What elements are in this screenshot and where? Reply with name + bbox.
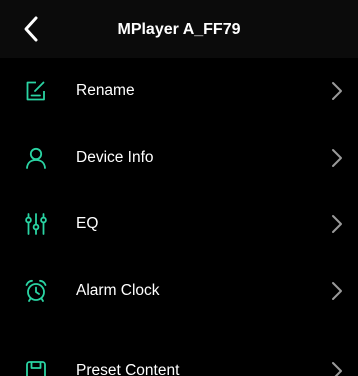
menu-item-label: Preset Content <box>76 362 180 376</box>
menu-item-rename[interactable]: Rename <box>0 58 358 125</box>
menu-item-alarm-clock[interactable]: Alarm Clock <box>0 258 358 325</box>
menu-item-label: Device Info <box>76 148 154 166</box>
menu-item-device-info[interactable]: Device Info <box>0 125 358 192</box>
alarm-clock-icon <box>25 279 47 302</box>
device-settings-screen: MPlayer A_FF79 Rename Device Info EQ Ala… <box>0 0 358 376</box>
chevron-right-icon <box>332 362 342 376</box>
chevron-right-icon <box>332 82 342 101</box>
menu-item-label: Alarm Clock <box>76 281 160 299</box>
menu-item-preset-content[interactable]: Preset Content <box>0 324 358 376</box>
equalizer-icon <box>25 213 47 236</box>
header-bar: MPlayer A_FF79 <box>0 0 358 58</box>
menu-item-label: Rename <box>76 82 135 100</box>
edit-icon <box>26 81 45 101</box>
page-title: MPlayer A_FF79 <box>117 21 241 38</box>
chevron-right-icon <box>332 215 342 234</box>
menu-item-eq[interactable]: EQ <box>0 191 358 258</box>
settings-menu: Rename Device Info EQ Alarm Clock Preset… <box>0 58 358 376</box>
preset-icon <box>26 361 46 376</box>
user-icon <box>26 147 46 169</box>
chevron-right-icon <box>332 281 342 300</box>
chevron-right-icon <box>332 148 342 167</box>
menu-item-label: EQ <box>76 215 99 233</box>
